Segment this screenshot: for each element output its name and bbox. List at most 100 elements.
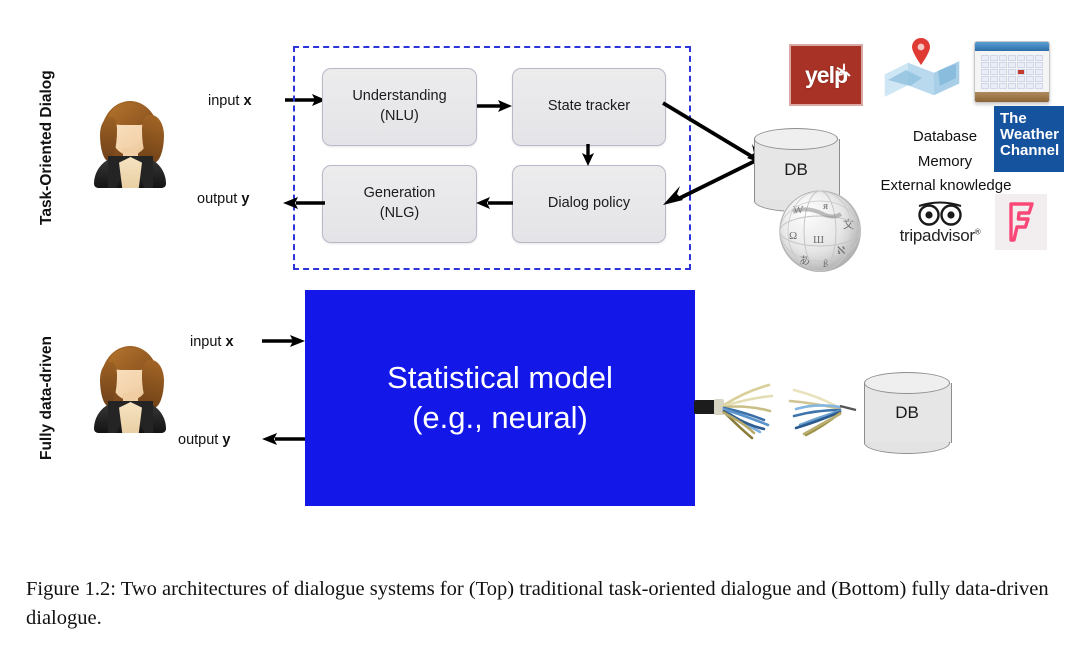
module-box-state-tracker[interactable]: State tracker <box>512 68 666 146</box>
tripadvisor-owl-icon <box>918 201 962 226</box>
module-state-line1: State tracker <box>547 98 631 115</box>
cal-cell <box>999 83 1007 89</box>
module-box-nlu-text: Understanding (NLU) <box>352 87 446 126</box>
cal-cell <box>981 76 989 82</box>
cal-cell <box>990 62 998 68</box>
module-box-dialog-policy-text: Dialog policy <box>548 194 630 214</box>
module-nlg-line1: Generation <box>363 185 436 202</box>
wiki-globe-lines <box>779 190 861 272</box>
twc-line-2: Weather <box>1000 126 1059 144</box>
module-nlu-line1: Understanding <box>352 88 447 105</box>
foursquare-mark-icon <box>1009 202 1034 242</box>
top-input-label-var: x <box>243 93 252 109</box>
cal-cell <box>990 69 998 75</box>
top-output-label-text: output <box>197 191 242 207</box>
statistical-model-line1: Statistical model <box>387 360 613 396</box>
bottom-output-label: output y <box>178 432 230 448</box>
calendar-header-bar <box>975 42 1049 51</box>
cal-cell <box>999 76 1007 82</box>
module-nlg-line2: (NLG) <box>379 205 420 221</box>
cal-cell <box>999 55 1007 61</box>
arrow-db-to-policy <box>663 153 768 205</box>
yelp-logo[interactable]: yelp <box>789 44 863 106</box>
statistical-model-box[interactable]: Statistical model (e.g., neural) <box>305 290 695 506</box>
cal-cell <box>1035 55 1043 61</box>
module-box-nlg[interactable]: Generation (NLG) <box>322 165 477 243</box>
arrow-model-to-output <box>262 431 306 447</box>
twc-line-1: The <box>1000 110 1027 127</box>
cal-cell <box>990 76 998 82</box>
cal-cell <box>981 69 989 75</box>
cal-cell <box>1017 76 1025 82</box>
user-avatar-icon <box>88 95 172 188</box>
calendar-grid <box>981 55 1043 89</box>
calendar-base <box>975 92 1049 102</box>
calendar-icon[interactable] <box>974 41 1050 103</box>
bottom-output-label-text: output <box>178 432 223 448</box>
cal-cell <box>1035 69 1043 75</box>
tripadvisor-wordmark: tripadvisor® <box>884 226 996 246</box>
yelp-burst-icon <box>836 63 851 81</box>
cal-cell <box>1008 55 1016 61</box>
wikipedia-globe-icon[interactable]: W я 文 Ω Ш ℵ あ ß <box>779 190 861 272</box>
bottom-input-label-var: x <box>225 334 234 350</box>
cal-cell <box>999 69 1007 75</box>
avatar-hair-right <box>142 115 164 163</box>
ethernet-cable-icon <box>694 372 870 448</box>
bottom-input-label-text: input <box>190 334 226 350</box>
cal-cell <box>1035 83 1043 89</box>
figure-caption: Figure 1.2: Two architectures of dialogu… <box>26 578 1049 630</box>
cal-cell <box>1008 83 1016 89</box>
bottom-input-label: input x <box>190 334 234 350</box>
arrow-nlg-to-output <box>283 195 325 211</box>
cal-cell <box>1035 62 1043 68</box>
module-box-state-tracker-text: State tracker <box>548 97 630 117</box>
map-marker-icon <box>912 38 930 65</box>
cal-cell <box>1026 83 1034 89</box>
cal-cell <box>990 55 998 61</box>
weather-channel-logo[interactable]: The Weather Channel <box>994 106 1064 172</box>
cal-cell <box>990 83 998 89</box>
arrow-state-to-policy <box>580 144 596 167</box>
tripadvisor-registered-mark: ® <box>974 227 981 237</box>
knowledge-text-database: Database <box>912 128 978 145</box>
avatar-hair-right <box>142 360 164 408</box>
cal-cell <box>1008 76 1016 82</box>
cal-cell <box>1008 69 1016 75</box>
user-avatar-icon-bottom <box>88 340 172 433</box>
database-cylinder-bottom: DB <box>864 372 952 454</box>
tripadvisor-name: tripadvisor <box>899 226 975 245</box>
knowledge-text-memory: Memory <box>917 153 973 170</box>
module-box-nlg-text: Generation (NLG) <box>364 184 436 223</box>
top-output-label: output y <box>197 191 249 207</box>
cal-cell <box>1026 69 1034 75</box>
cal-cell <box>981 55 989 61</box>
cal-cell <box>1008 62 1016 68</box>
cal-cell <box>981 62 989 68</box>
cal-cell <box>1026 76 1034 82</box>
cable-wires <box>694 383 857 440</box>
module-box-nlu[interactable]: Understanding (NLU) <box>322 68 477 146</box>
cal-cell <box>1035 76 1043 82</box>
row-label-fully-data-driven: Fully data-driven <box>38 335 55 460</box>
tripadvisor-owl-logo[interactable]: tripadvisor® <box>884 200 996 250</box>
module-policy-line1: Dialog policy <box>547 195 631 212</box>
top-output-label-var: y <box>241 191 250 207</box>
avatar-shirt <box>119 402 142 433</box>
cal-cell <box>981 83 989 89</box>
module-nlu-line2: (NLU) <box>380 108 419 124</box>
foursquare-logo[interactable] <box>995 194 1047 250</box>
arrow-policy-to-nlg <box>476 195 513 211</box>
cal-cell <box>1017 83 1025 89</box>
row-label-task-oriented: Task-Oriented Dialog <box>38 70 55 225</box>
cal-cell <box>1017 62 1025 68</box>
figure-canvas: Task-Oriented Dialog input x Understandi… <box>0 0 1080 560</box>
top-input-label: input x <box>208 93 252 109</box>
arrow-nlu-to-state <box>477 98 513 114</box>
db-bottom-label: DB <box>895 403 919 422</box>
arrow-input-to-model <box>262 333 306 349</box>
module-box-dialog-policy[interactable]: Dialog policy <box>512 165 666 243</box>
map-pin-icon[interactable] <box>882 38 962 102</box>
knowledge-text-external-knowledge: External knowledge <box>880 177 1012 194</box>
cal-cell <box>1026 62 1034 68</box>
